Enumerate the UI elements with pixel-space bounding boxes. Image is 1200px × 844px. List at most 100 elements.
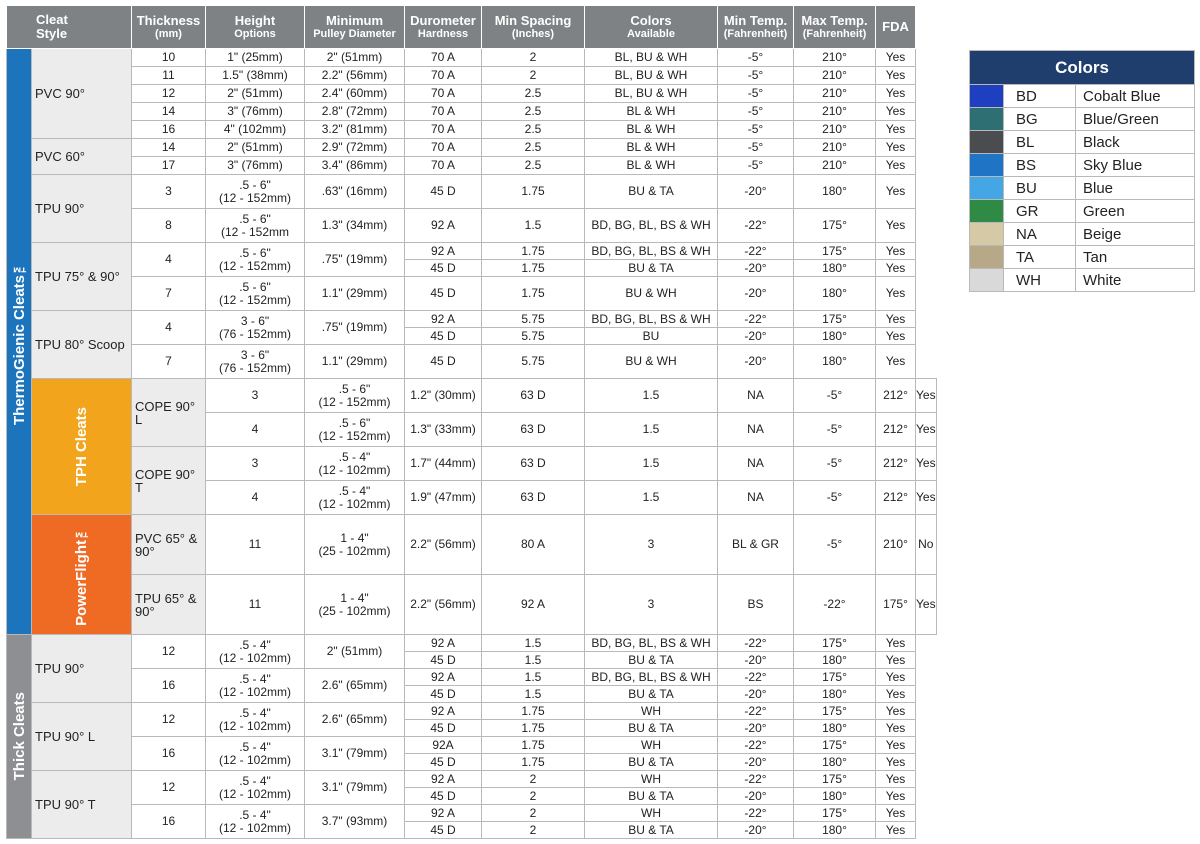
style-pvc-60: PVC 60° xyxy=(31,138,132,175)
cell-max-temp: 175° xyxy=(793,310,876,328)
cell-durometer: 45 D xyxy=(404,753,482,771)
cell-thickness: 16 xyxy=(131,120,206,139)
cell-spacing: 5.75 xyxy=(481,344,585,379)
cell-min-temp: -5° xyxy=(717,138,794,157)
style-cope-90-l: COPE 90° L xyxy=(131,378,206,447)
table-row: TPU 90° T 12.5 - 4" (12 - 102mm) 3.1" (79m… xyxy=(7,770,937,839)
cell-fda: Yes xyxy=(875,208,916,243)
cell-pulley: 3.2" (81mm) xyxy=(304,120,405,139)
legend-code: BS xyxy=(1003,153,1076,177)
cell-height: .5 - 6" (12 - 152mm) xyxy=(205,174,305,209)
cell-thickness: 16 xyxy=(131,668,206,703)
cell-colors: BS xyxy=(717,574,794,635)
header-min-temp: Min Temp. (Fahrenheit) xyxy=(717,5,794,49)
table-row: TPH Cleats COPE 90° L 3.5 - 6" (12 - 152m… xyxy=(7,378,937,515)
cell-fda: Yes xyxy=(875,753,916,771)
cell-thickness: 12 xyxy=(131,770,206,805)
table-row: ThermoGienic Cleats™ PVC 90° 10 1" (25mm)… xyxy=(6,48,937,635)
cell-max-temp: 210° xyxy=(793,66,876,85)
cell-colors: BU & TA xyxy=(584,685,718,703)
cell-height: 2" (51mm) xyxy=(205,138,305,157)
table-row: 12 2" (51mm) 2.4" (60mm) 70 A 2.5 BL, BU & WH… xyxy=(7,84,937,103)
header-height: Height Options xyxy=(205,5,305,49)
cell-height: 3 - 6" (76 - 152mm) xyxy=(205,344,305,379)
cell-spacing: 5.75 xyxy=(481,310,585,328)
cell-spacing: 1.75 xyxy=(481,242,585,260)
cell-durometer: 45 D xyxy=(404,276,482,311)
cell-fda: Yes xyxy=(915,412,937,447)
cell-height: .5 - 4" (12 - 102mm) xyxy=(205,634,305,669)
cell-colors: BL & WH xyxy=(584,156,718,175)
cell-max-temp: 212° xyxy=(875,412,916,447)
cell-pulley: 1.3" (34mm) xyxy=(304,208,405,243)
cell-pulley: 2.6" (65mm) xyxy=(304,702,405,737)
cell-pulley: 3.1" (79mm) xyxy=(304,770,405,805)
cell-min-temp: -5° xyxy=(793,514,876,575)
cell-colors: BU & TA xyxy=(584,651,718,669)
cell-spacing: 1.5 xyxy=(481,685,585,703)
cell-colors: WH xyxy=(584,804,718,822)
cell-colors: BU & TA xyxy=(584,753,718,771)
legend-swatch xyxy=(969,222,1004,246)
cell-spacing: 1.5 xyxy=(481,208,585,243)
cell-min-temp: -22° xyxy=(717,208,794,243)
cell-max-temp: 210° xyxy=(793,120,876,139)
cell-durometer: 70 A xyxy=(404,66,482,85)
cell-durometer: 92 A xyxy=(481,574,585,635)
cell-spacing: 1.75 xyxy=(481,753,585,771)
cell-thickness: 11 xyxy=(205,514,305,575)
cell-spacing: 1.75 xyxy=(481,719,585,737)
cell-fda: Yes xyxy=(915,378,937,413)
cell-durometer: 80 A xyxy=(481,514,585,575)
cell-colors: BU & TA xyxy=(584,787,718,805)
cell-max-temp: 210° xyxy=(793,84,876,103)
legend-item: BD Cobalt Blue xyxy=(969,84,1195,108)
style-tpu-80-scoop: TPU 80° Scoop xyxy=(31,310,132,379)
cell-thickness: 3 xyxy=(131,174,206,209)
cell-spacing: 2.5 xyxy=(481,120,585,139)
cell-durometer: 92 A xyxy=(404,242,482,260)
cell-fda: Yes xyxy=(875,719,916,737)
cell-thickness: 12 xyxy=(131,84,206,103)
cell-durometer: 45 D xyxy=(404,344,482,379)
cell-height: .5 - 6" (12 - 152mm xyxy=(205,208,305,243)
legend-code: GR xyxy=(1003,199,1076,223)
cell-pulley: 3.1" (79mm) xyxy=(304,736,405,771)
cell-fda: Yes xyxy=(875,120,916,139)
table-row: 8.5 - 6" (12 - 152mm 1.3" (34mm) 92 A 1.5 BD,… xyxy=(7,208,937,243)
style-pvc-90: PVC 90° xyxy=(31,48,132,139)
cell-fda: Yes xyxy=(875,259,916,277)
cell-durometer: 92A xyxy=(404,736,482,754)
header-pulley: Minimum Pulley Diameter xyxy=(304,5,405,49)
cell-max-temp: 210° xyxy=(793,48,876,67)
cell-durometer: 45 D xyxy=(404,685,482,703)
style-pvc-65-90: PVC 65° & 90° xyxy=(131,514,206,575)
cell-max-temp: 175° xyxy=(793,634,876,652)
cell-spacing: 1.75 xyxy=(481,259,585,277)
cell-pulley: 1.1" (29mm) xyxy=(304,344,405,379)
cell-durometer: 45 D xyxy=(404,327,482,345)
legend-name: Beige xyxy=(1075,222,1195,246)
cell-colors: WH xyxy=(584,736,718,754)
cell-colors: BD, BG, BL, BS & WH xyxy=(584,242,718,260)
cell-max-temp: 175° xyxy=(793,242,876,260)
cell-colors: BD, BG, BL, BS & WH xyxy=(584,634,718,652)
cell-fda: Yes xyxy=(875,102,916,121)
cell-min-temp: -20° xyxy=(717,651,794,669)
table-row: TPU 90° 3.5 - 6" (12 - 152mm) .63" (16mm) 4… xyxy=(7,174,937,243)
cell-colors: NA xyxy=(717,446,794,481)
table-row: Thick Cleats TPU 90° 12.5 - 4" (12 - 102m… xyxy=(6,634,937,839)
header-spacing: Min Spacing (Inches) xyxy=(481,5,585,49)
cell-durometer: 92 A xyxy=(404,668,482,686)
cell-min-temp: -5° xyxy=(717,120,794,139)
cell-fda: Yes xyxy=(875,770,916,788)
table-row: 16.5 - 4" (12 - 102mm) 3.7" (93mm) 92 A 2 WH… xyxy=(7,804,937,839)
header-fda: FDA xyxy=(875,5,916,49)
legend-swatch xyxy=(969,245,1004,269)
cell-height: .5 - 6" (12 - 152mm) xyxy=(205,276,305,311)
legend-name: Blue xyxy=(1075,176,1195,200)
cell-colors: BL, BU & WH xyxy=(584,48,718,67)
cell-colors: NA xyxy=(717,378,794,413)
cell-colors: NA xyxy=(717,480,794,515)
cell-durometer: 45 D xyxy=(404,787,482,805)
